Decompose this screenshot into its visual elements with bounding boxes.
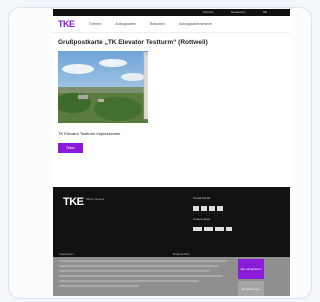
facebook-icon[interactable] [193,206,199,211]
youtube-icon[interactable] [217,206,223,211]
browser-card: Karriere Newsroom DE TKE Themen Aufzugsa… [8,7,312,299]
app-badge-four[interactable] [226,227,232,231]
social-heading: Social Media [193,196,211,200]
image-caption: TK Elevator Testturm Impressionen [58,131,121,136]
nav-item-themes[interactable]: Themen [89,22,102,26]
test-tower-image [58,51,148,123]
main-nav: TKE Themen Aufzugsarten Branchen Aufzugs… [53,16,290,33]
cookie-settings-button[interactable]: Einstellungen [238,281,264,296]
site-footer: TKE Move beyond Social Media Unsere Apps [53,187,290,251]
google-play-badge[interactable] [204,227,213,231]
footer-logo[interactable]: TKE [63,196,84,208]
footer-slogan: Move beyond [86,197,105,201]
page-title: Grußpostkarte „TK Elevator Testturm“ (Ro… [58,39,208,46]
utility-link-careers[interactable]: Karriere [203,10,214,14]
tke-logo[interactable]: TKE [58,19,75,29]
app-store-badge[interactable] [193,227,202,231]
utility-bar: Karriere Newsroom DE [53,9,290,16]
twitter-icon[interactable] [201,206,207,211]
linkedin-icon[interactable] [209,206,215,211]
app-badge-three[interactable] [215,227,224,231]
main-content: Grußpostkarte „TK Elevator Testturm“ (Ro… [53,33,290,158]
utility-link-language[interactable]: DE [263,10,267,14]
share-button[interactable]: Teilen [58,143,84,153]
nav-item-elevator-types[interactable]: Aufzugsarten [115,22,136,26]
legal-link-imprint[interactable]: Impressum [59,252,74,256]
test-tower-photo [58,51,148,123]
utility-link-newsroom[interactable]: Newsroom [231,10,245,14]
nav-item-companies[interactable]: Aufzugsunternehmen [179,22,212,26]
cookie-banner: Alle akzeptieren Einstellungen [53,257,290,296]
website-page: Karriere Newsroom DE TKE Themen Aufzugsa… [53,9,290,296]
apps-heading: Unsere Apps [193,217,211,221]
cookie-accept-button[interactable]: Alle akzeptieren [238,259,264,279]
nav-item-industries[interactable]: Branchen [150,22,165,26]
cookie-text-block [59,260,229,290]
legal-link-privacy[interactable]: Datenschutz [173,252,190,256]
